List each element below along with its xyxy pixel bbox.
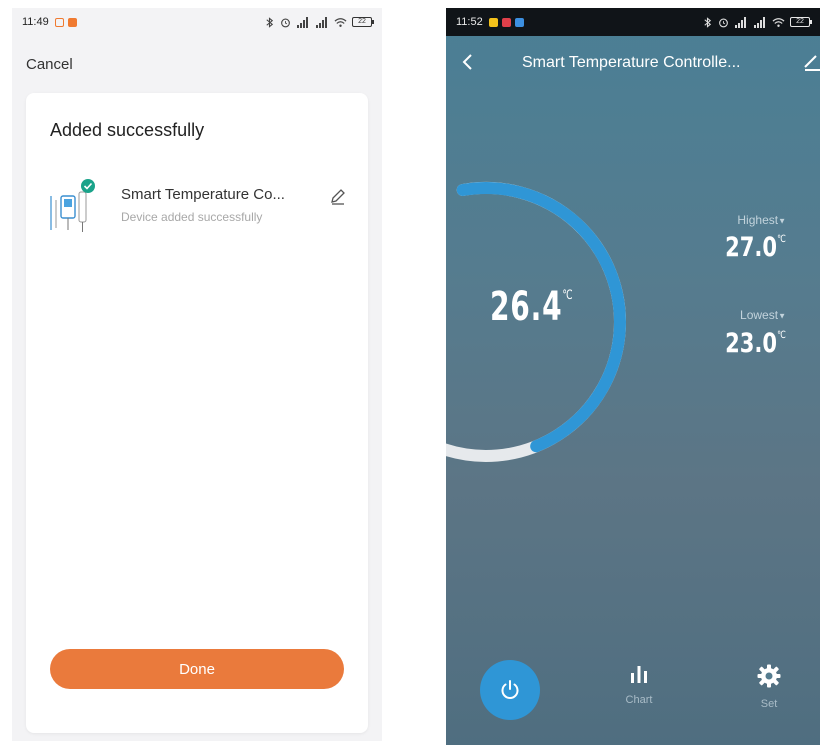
page-title: Smart Temperature Controlle... (522, 54, 741, 71)
check-icon (81, 179, 95, 193)
done-button[interactable]: Done (50, 649, 344, 689)
gear-icon (757, 664, 781, 688)
battery-icon: 22 (352, 17, 374, 27)
nav-set[interactable]: Set (744, 663, 794, 710)
nav-chart[interactable]: Chart (614, 663, 664, 706)
alarm-icon (719, 18, 728, 27)
edit-icon[interactable] (328, 186, 348, 206)
notification-icon (67, 17, 77, 27)
back-icon[interactable] (460, 52, 476, 72)
cancel-button[interactable]: Cancel (26, 56, 73, 73)
notification-icon (488, 17, 498, 27)
temperature-unit: ℃ (562, 288, 574, 303)
signal-icon (754, 16, 765, 28)
device-item[interactable]: Smart Temperature Co... Device added suc… (46, 178, 346, 233)
notification-icon (514, 17, 524, 27)
current-temperature: 26.4℃ (490, 284, 574, 330)
chart-icon (631, 666, 647, 683)
device-thumbnail-icon (50, 179, 95, 232)
nav-set-label: Set (760, 698, 778, 710)
power-icon (501, 680, 519, 699)
bluetooth-icon (704, 16, 712, 28)
thermostat-screen: 11:52 22 Smart Temperature Controlle... … (446, 8, 820, 745)
signal-icon (316, 16, 327, 28)
card-title: Added successfully (50, 120, 205, 140)
success-card: Added successfully Smart Temperature Co.… (26, 93, 368, 733)
edit-icon[interactable] (802, 52, 820, 72)
highest-label[interactable]: Highest▼ (737, 213, 786, 227)
wifi-icon (772, 17, 785, 27)
battery-icon: 22 (790, 17, 812, 27)
add-device-screen: 11:49 22 Cancel Added successfully Smart… (12, 8, 382, 741)
alarm-icon (281, 18, 290, 27)
app-header: Smart Temperature Controlle... (446, 46, 820, 82)
lowest-value: 23.0℃ (725, 328, 786, 359)
signal-icon (735, 16, 746, 28)
bluetooth-icon (266, 16, 274, 28)
status-icons: 22 (264, 16, 374, 28)
signal-icon (297, 16, 308, 28)
status-icons: 22 (702, 16, 812, 28)
status-time: 11:52 (456, 16, 483, 28)
device-name: Smart Temperature Co... (121, 186, 285, 203)
nav-chart-label: Chart (625, 694, 653, 706)
lowest-label[interactable]: Lowest▼ (740, 308, 786, 322)
highest-value: 27.0℃ (725, 232, 786, 263)
status-time: 11:49 (22, 16, 49, 28)
device-status: Device added successfully (121, 210, 263, 224)
status-bar: 11:52 22 (446, 8, 820, 36)
notification-icon (54, 17, 64, 27)
wifi-icon (334, 17, 347, 27)
notification-icon (501, 17, 511, 27)
power-button[interactable] (480, 660, 540, 720)
status-bar: 11:49 22 (12, 8, 382, 36)
